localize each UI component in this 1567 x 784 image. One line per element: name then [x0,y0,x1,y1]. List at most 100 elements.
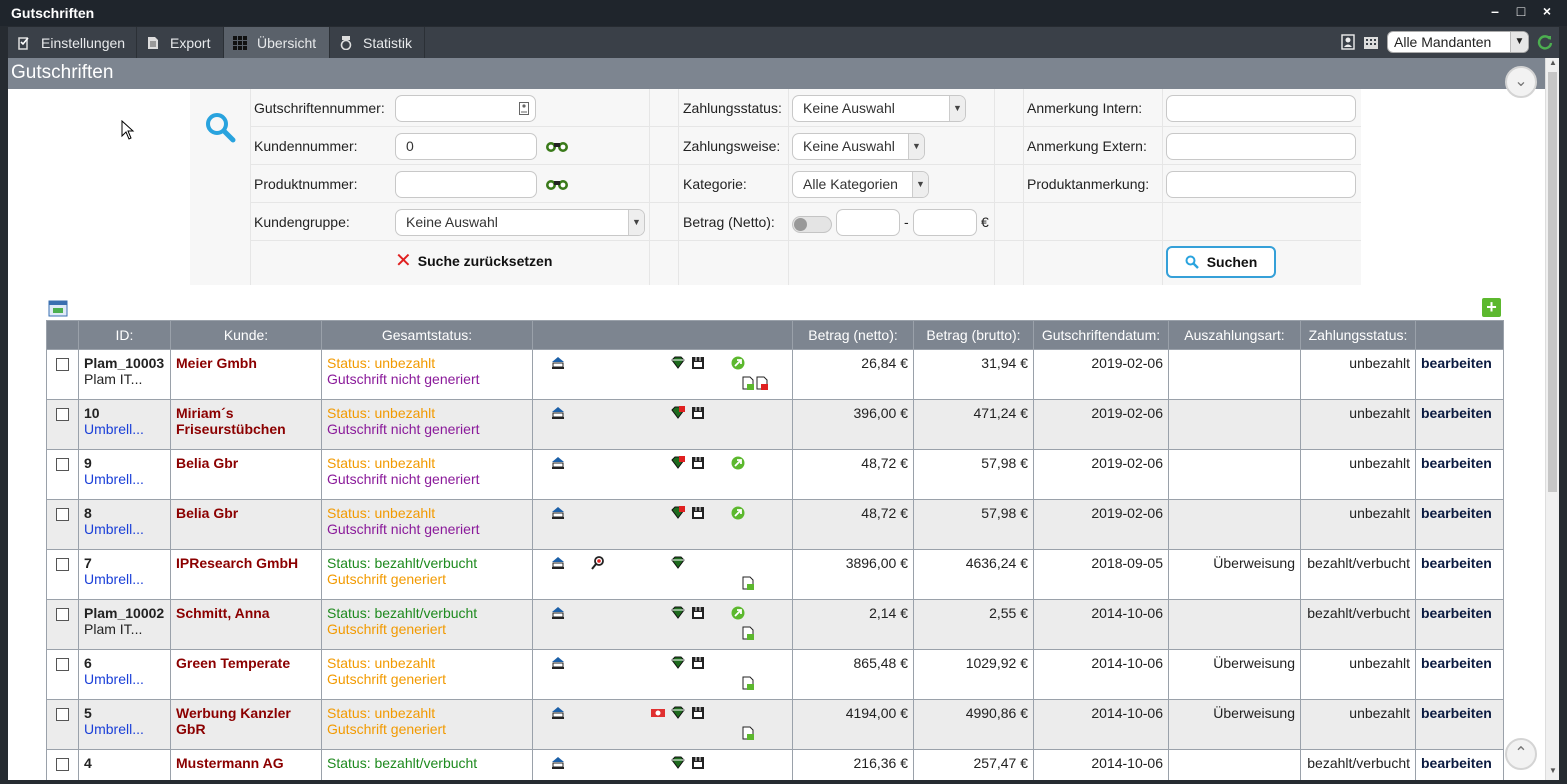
invoice-card-icon[interactable] [691,506,705,520]
edit-link[interactable]: bearbeiten [1421,605,1492,621]
anmerkung-intern-input[interactable] [1166,95,1356,122]
magnifier-icon[interactable] [591,556,605,570]
forward-arrow-icon[interactable] [731,456,745,470]
table-row[interactable]: 10 Umbrell... Miriam´s Friseurstübchen Stat… [46,399,1504,450]
bank-icon[interactable] [551,606,565,620]
table-row[interactable]: 9 Umbrell... Belia Gbr Status: unbezahlt Gut… [46,449,1504,500]
binoculars-icon[interactable] [545,139,569,153]
header-id[interactable]: ID: [78,320,171,350]
diamond-icon[interactable] [671,556,685,570]
document-red-icon[interactable] [755,376,769,390]
building-icon[interactable] [1363,34,1379,50]
document-green-icon[interactable] [741,576,755,590]
edit-link[interactable]: bearbeiten [1421,555,1492,571]
header-kunde[interactable]: Kunde: [170,320,322,350]
invoice-card-icon[interactable] [691,606,705,620]
edit-link[interactable]: bearbeiten [1421,755,1492,771]
table-row[interactable]: Plam_10003 Plam IT... Meier Gmbh Status: un… [46,349,1504,400]
minimize-button[interactable]: – [1489,3,1501,19]
maximize-button[interactable]: □ [1515,3,1527,19]
row-checkbox[interactable] [56,658,69,671]
client-abbrev[interactable]: Umbrell... [84,471,165,487]
edit-link[interactable]: bearbeiten [1421,355,1492,371]
header-zahlungsstatus[interactable]: Zahlungsstatus: [1300,320,1416,350]
gutschriftennummer-input[interactable] [395,95,536,122]
scrollbar-thumb[interactable] [1548,72,1557,492]
produktanmerkung-input[interactable] [1166,171,1356,198]
edit-link[interactable]: bearbeiten [1421,505,1492,521]
row-checkbox[interactable] [56,758,69,771]
zahlungsstatus-select[interactable]: Keine Auswahl ▼ [792,95,966,122]
scroll-to-top-button[interactable]: ⌃ [1505,738,1537,770]
close-button[interactable]: × [1541,3,1553,19]
table-row[interactable]: 6 Umbrell... Green Temperate Status: unbeza… [46,649,1504,700]
table-row[interactable]: 8 Umbrell... Belia Gbr Status: unbezahlt Gut… [46,499,1504,550]
toolbar-statistik[interactable]: Statistik [330,27,425,58]
mandant-select[interactable]: Alle Mandanten ▼ [1387,31,1529,53]
row-checkbox[interactable] [56,508,69,521]
forward-arrow-icon[interactable] [731,506,745,520]
edit-link[interactable]: bearbeiten [1421,405,1492,421]
diamond-icon[interactable] [671,706,685,720]
customer-name[interactable]: Belia Gbr [176,505,316,521]
header-auszahlungsart[interactable]: Auszahlungsart: [1168,320,1301,350]
document-green-icon[interactable] [741,676,755,690]
customer-name[interactable]: Belia Gbr [176,455,316,471]
bank-icon[interactable] [551,756,565,770]
bank-icon[interactable] [551,506,565,520]
toolbar-einstellungen[interactable]: Einstellungen [8,27,137,58]
scroll-down-arrow[interactable]: ▼ [1546,766,1559,780]
table-row[interactable]: Plam_10002 Plam IT... Schmitt, Anna Status:… [46,599,1504,650]
add-icon[interactable]: + [1482,298,1501,317]
edit-link[interactable]: bearbeiten [1421,655,1492,671]
row-checkbox[interactable] [56,608,69,621]
row-checkbox[interactable] [56,408,69,421]
customer-name[interactable]: Werbung Kanzler GbR [176,705,316,737]
customer-name[interactable]: Schmitt, Anna [176,605,316,621]
document-green-icon[interactable] [741,726,755,740]
row-checkbox[interactable] [56,458,69,471]
document-green-icon[interactable] [741,376,755,390]
forward-arrow-icon[interactable] [731,356,745,370]
diamond-icon[interactable] [671,756,685,770]
customer-name[interactable]: Mustermann AG [176,755,316,771]
bank-icon[interactable] [551,706,565,720]
reset-search-button[interactable]: ✕ Suche zurücksetzen [395,251,552,271]
table-row[interactable]: 7 Umbrell... IPResearch GmbH Status: bezahl… [46,549,1504,600]
scroll-up-arrow[interactable]: ▲ [1546,58,1559,72]
invoice-card-icon[interactable] [691,406,705,420]
search-button[interactable]: Suchen [1166,246,1276,278]
money-icon[interactable] [651,706,665,720]
collapse-button[interactable]: ⌄ [1505,66,1537,98]
zahlungsweise-select[interactable]: Keine Auswahl ▼ [792,133,925,160]
toolbar-export[interactable]: Export [137,27,224,58]
diamond-icon[interactable] [671,606,685,620]
invoice-card-icon[interactable] [691,706,705,720]
diamond-alert-icon[interactable] [671,506,685,520]
header-datum[interactable]: Gutschriftendatum: [1033,320,1169,350]
row-checkbox[interactable] [56,358,69,371]
bank-icon[interactable] [551,456,565,470]
invoice-card-icon[interactable] [691,756,705,770]
forward-arrow-icon[interactable] [731,606,745,620]
invoice-card-icon[interactable] [691,656,705,670]
binoculars-icon[interactable] [545,177,569,191]
header-betrag-netto[interactable]: Betrag (netto): [792,320,914,350]
kategorie-select[interactable]: Alle Kategorien ▼ [792,171,929,198]
row-checkbox[interactable] [56,708,69,721]
user-card-icon[interactable] [1341,34,1355,50]
customer-name[interactable]: IPResearch GmbH [176,555,316,571]
table-row[interactable]: 4 Mustermann AG Status: bezahlt/verbucht 21… [46,749,1504,780]
client-abbrev[interactable]: Umbrell... [84,671,165,687]
bank-icon[interactable] [551,556,565,570]
edit-link[interactable]: bearbeiten [1421,455,1492,471]
betrag-toggle[interactable] [792,216,832,233]
edit-link[interactable]: bearbeiten [1421,705,1492,721]
bank-icon[interactable] [551,406,565,420]
customer-name[interactable]: Meier Gmbh [176,355,316,371]
row-checkbox[interactable] [56,558,69,571]
diamond-alert-icon[interactable] [671,406,685,420]
client-abbrev[interactable]: Umbrell... [84,521,165,537]
customer-name[interactable]: Miriam´s Friseurstübchen [176,405,316,437]
bank-icon[interactable] [551,656,565,670]
